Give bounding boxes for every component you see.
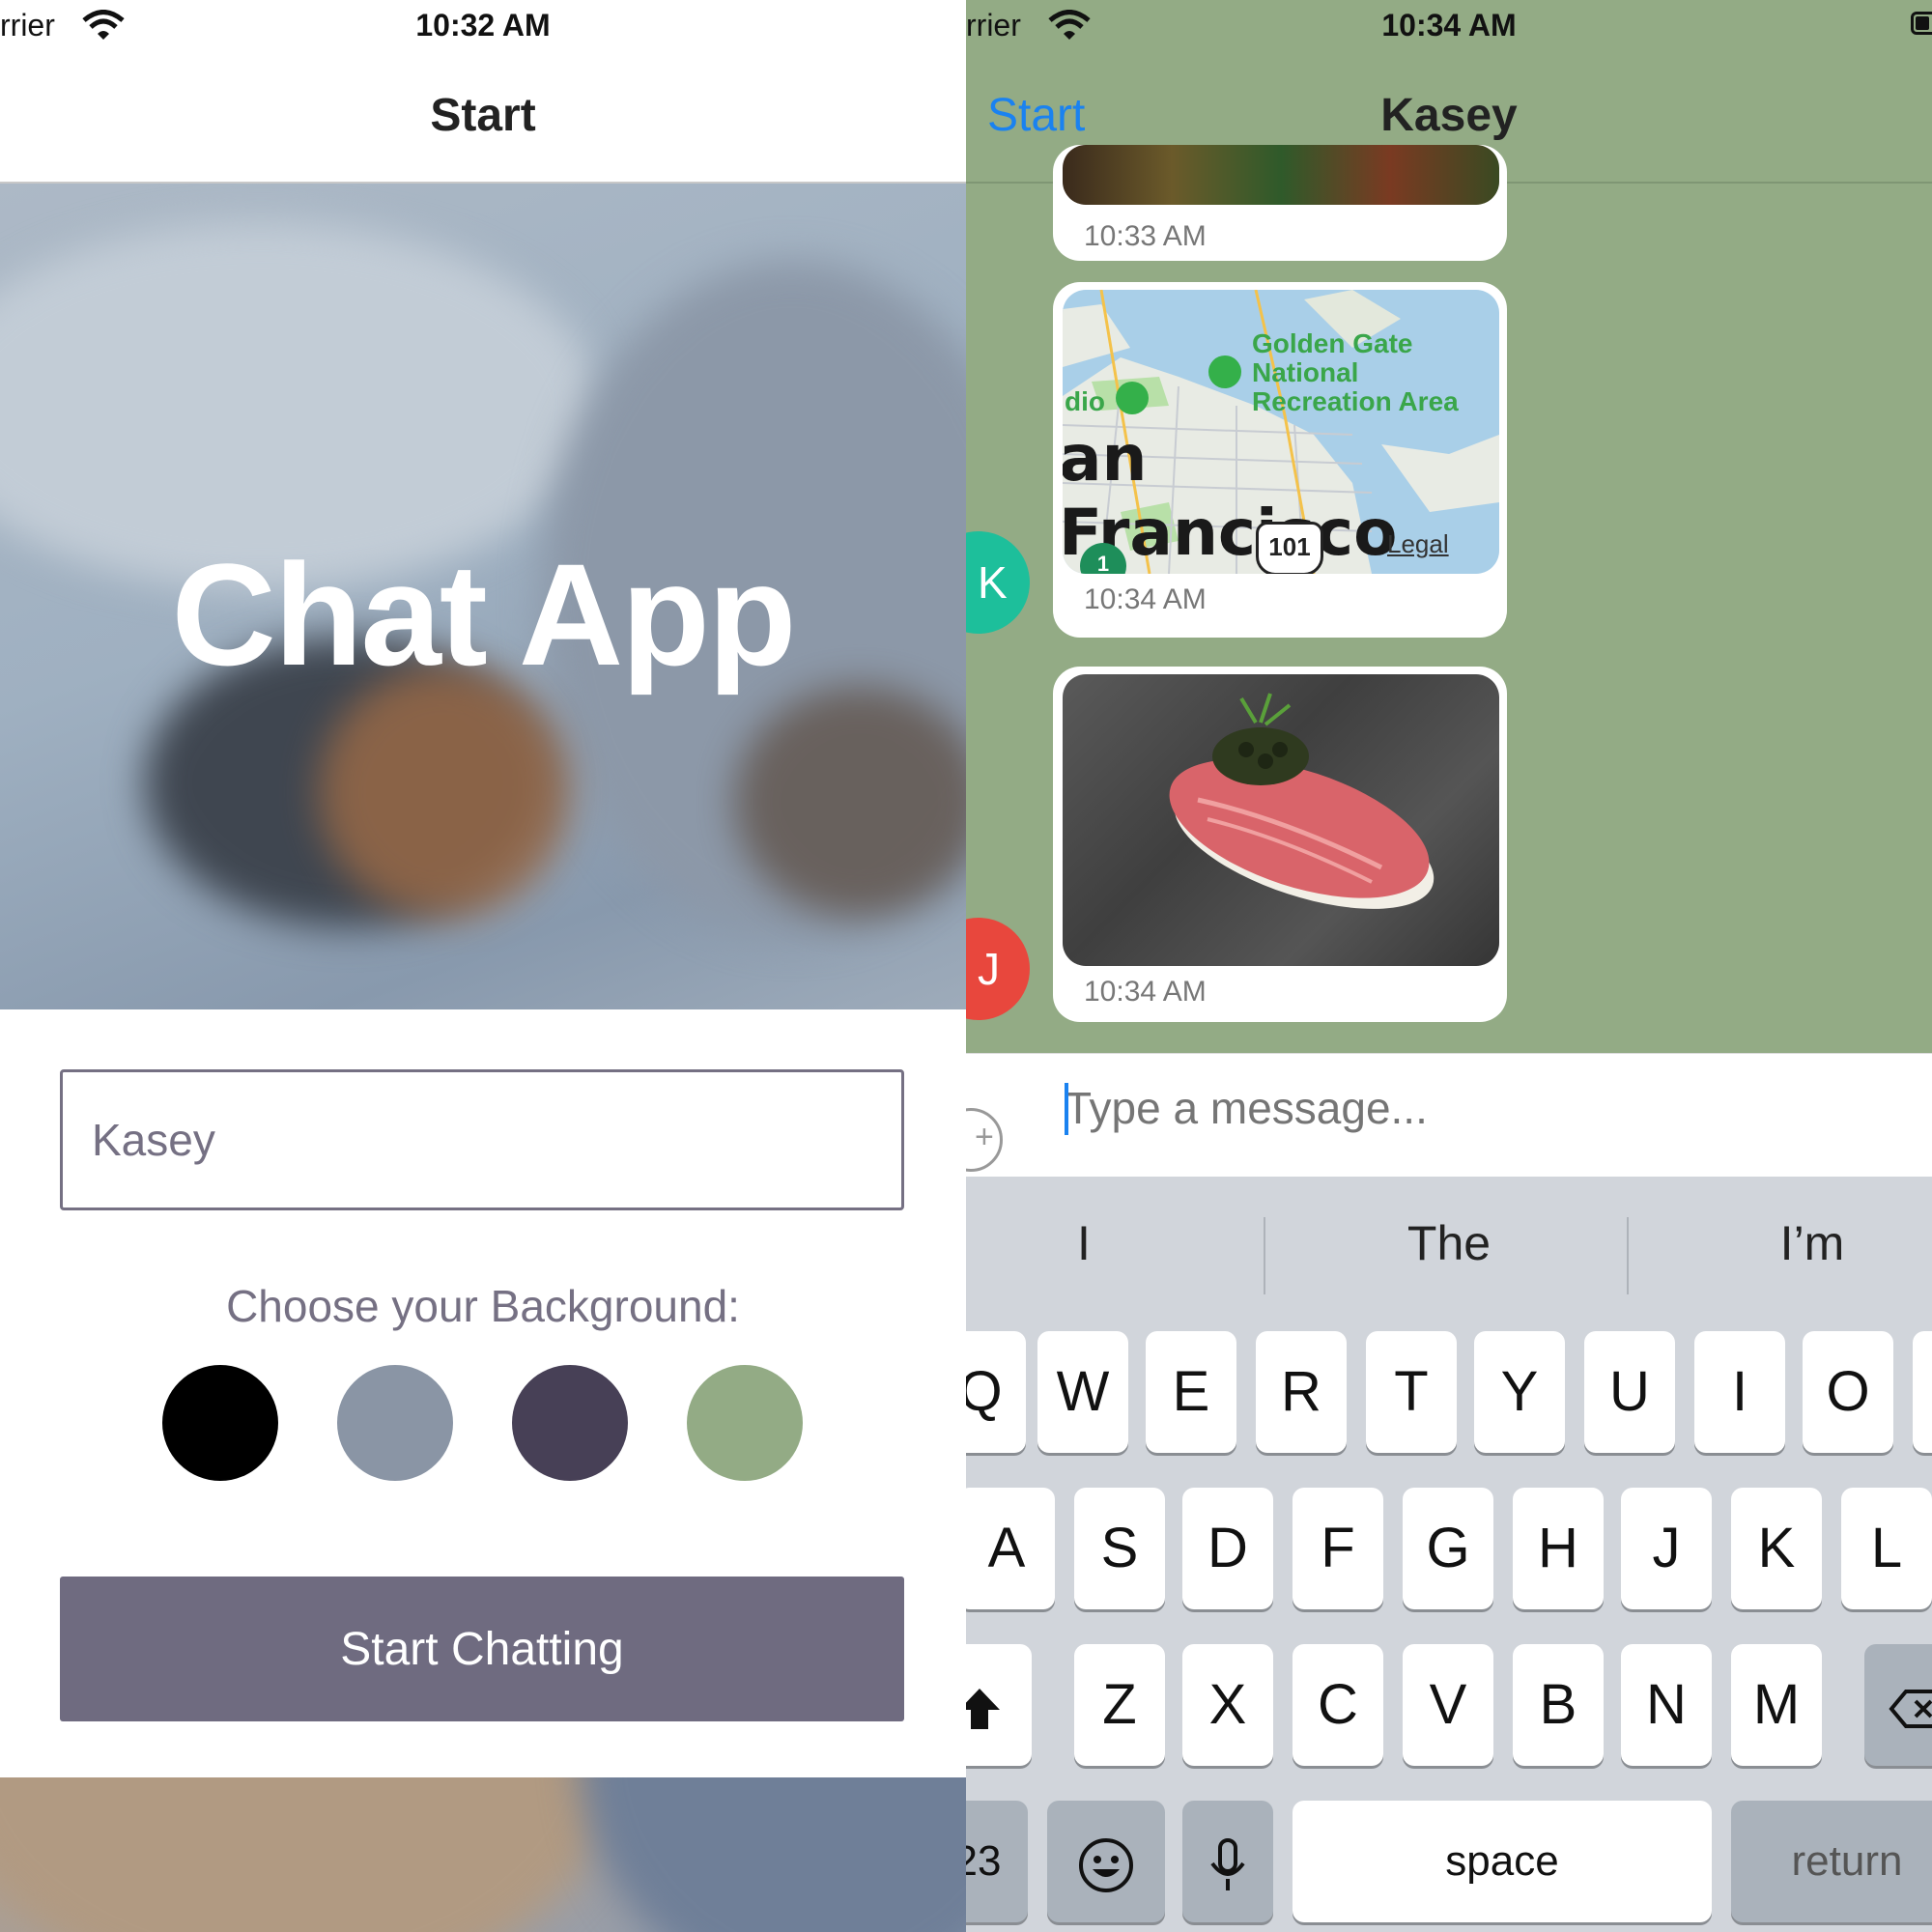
emoji-icon [1079, 1837, 1133, 1892]
microphone-icon [1210, 1837, 1245, 1890]
avatar-j[interactable]: J [966, 918, 1030, 1020]
key-u[interactable]: U [1584, 1331, 1675, 1453]
background-blob [319, 667, 570, 918]
key-f[interactable]: F [1293, 1488, 1383, 1609]
color-swatch-black[interactable] [162, 1365, 278, 1481]
dictation-key[interactable] [1182, 1801, 1273, 1922]
key-y[interactable]: Y [1474, 1331, 1565, 1453]
hero-background: Chat App Choose your Background: Start C… [0, 184, 966, 1932]
space-key[interactable]: space [1293, 1801, 1712, 1922]
message-bubble[interactable]: Golden Gate National Recreation Area dio… [1053, 282, 1507, 638]
emoji-key[interactable] [1047, 1801, 1165, 1922]
key-z[interactable]: Z [1074, 1644, 1165, 1766]
delete-key[interactable] [1864, 1644, 1932, 1766]
key-o[interactable]: O [1803, 1331, 1893, 1453]
suggestion-the[interactable]: The [1304, 1215, 1594, 1271]
start-chatting-button[interactable]: Start Chatting [60, 1577, 904, 1721]
avatar-initial: K [978, 557, 1008, 608]
suggestion-divider [1627, 1217, 1629, 1294]
message-input[interactable] [1063, 1073, 1907, 1143]
map-park-label: National [1252, 357, 1359, 387]
key-q[interactable]: Q [966, 1331, 1026, 1453]
key-a[interactable]: A [966, 1488, 1055, 1609]
message-time: 10:34 AM [1084, 976, 1207, 1008]
status-bar: rrier 10:32 AM [0, 0, 966, 50]
status-bar: rrier 10:34 AM [966, 0, 1932, 50]
key-d[interactable]: D [1182, 1488, 1273, 1609]
highway-shield-icon: 101 [1256, 522, 1323, 574]
key-e[interactable]: E [1146, 1331, 1236, 1453]
key-m[interactable]: M [1731, 1644, 1822, 1766]
message-bubble[interactable]: 10:34 AM [1053, 667, 1507, 1022]
message-list: 10:33 AM Golden Gate National Recreation… [966, 145, 1932, 1053]
key-p[interactable]: P [1913, 1331, 1932, 1453]
message-time: 10:33 AM [1084, 220, 1207, 252]
route-label: 1 [1096, 552, 1110, 574]
nav-title: Start [430, 90, 536, 141]
key-b[interactable]: B [1513, 1644, 1604, 1766]
keyboard: I The I’m Q W E R T Y U I O P A S D F G … [966, 1177, 1932, 1932]
key-l[interactable]: L [1841, 1488, 1932, 1609]
key-j[interactable]: J [1621, 1488, 1712, 1609]
app-title: Chat App [171, 533, 796, 696]
message-image[interactable] [1063, 145, 1499, 205]
name-input[interactable] [60, 1069, 904, 1210]
color-swatch-purple[interactable] [512, 1365, 628, 1481]
suggestion-divider [1264, 1217, 1265, 1294]
map-preview[interactable]: Golden Gate National Recreation Area dio… [1063, 290, 1499, 574]
color-swatch-green[interactable] [687, 1365, 803, 1481]
suggestion-i[interactable]: I [966, 1215, 1229, 1271]
highway-label: 101 [1268, 532, 1311, 561]
key-n[interactable]: N [1621, 1644, 1712, 1766]
delete-icon [1889, 1689, 1932, 1728]
start-screen: rrier 10:32 AM Start Chat App Choose you… [0, 0, 966, 1932]
key-g[interactable]: G [1403, 1488, 1493, 1609]
suggestion-im[interactable]: I’m [1667, 1215, 1932, 1271]
key-w[interactable]: W [1037, 1331, 1128, 1453]
key-r[interactable]: R [1256, 1331, 1347, 1453]
chat-screen: rrier 10:34 AM Start Kasey 10:33 AM Gold… [966, 0, 1932, 1932]
nav-bar: Start [0, 50, 966, 184]
battery-icon [1911, 12, 1932, 35]
map-park-label: Golden Gate [1252, 328, 1413, 358]
map-legal-link[interactable]: Legal [1387, 529, 1449, 559]
map-park-label: Recreation Area [1252, 386, 1459, 416]
key-i[interactable]: I [1694, 1331, 1785, 1453]
plus-icon: + [975, 1119, 994, 1155]
chat-title: Kasey [1380, 90, 1518, 141]
shift-key[interactable] [966, 1644, 1032, 1766]
add-attachment-button[interactable]: + [966, 1108, 1003, 1172]
message-photo[interactable] [1063, 674, 1499, 966]
map-left-label: dio [1065, 386, 1105, 416]
key-c[interactable]: C [1293, 1644, 1383, 1766]
key-t[interactable]: T [1366, 1331, 1457, 1453]
message-time: 10:34 AM [1084, 583, 1207, 615]
login-card: Choose your Background: Start Chatting [0, 1009, 966, 1777]
key-h[interactable]: H [1513, 1488, 1604, 1609]
shift-icon [966, 1688, 1000, 1729]
suggestion-bar: I The I’m [966, 1177, 1932, 1294]
numbers-key[interactable]: 23 [966, 1801, 1028, 1922]
key-k[interactable]: K [1731, 1488, 1822, 1609]
avatar-k[interactable]: K [966, 531, 1030, 634]
status-time: 10:34 AM [1381, 8, 1517, 43]
status-time: 10:32 AM [415, 8, 551, 43]
key-s[interactable]: S [1074, 1488, 1165, 1609]
color-swatches [162, 1365, 819, 1481]
key-x[interactable]: X [1182, 1644, 1273, 1766]
avatar-initial: J [978, 944, 1000, 994]
key-v[interactable]: V [1403, 1644, 1493, 1766]
text-cursor [1065, 1083, 1068, 1135]
message-bubble[interactable]: 10:33 AM [1053, 145, 1507, 261]
sushi-graphic [1169, 693, 1435, 909]
input-toolbar: + [966, 1053, 1932, 1177]
return-key[interactable]: return [1731, 1801, 1932, 1922]
background-label: Choose your Background: [226, 1281, 740, 1331]
color-swatch-gray[interactable] [337, 1365, 453, 1481]
